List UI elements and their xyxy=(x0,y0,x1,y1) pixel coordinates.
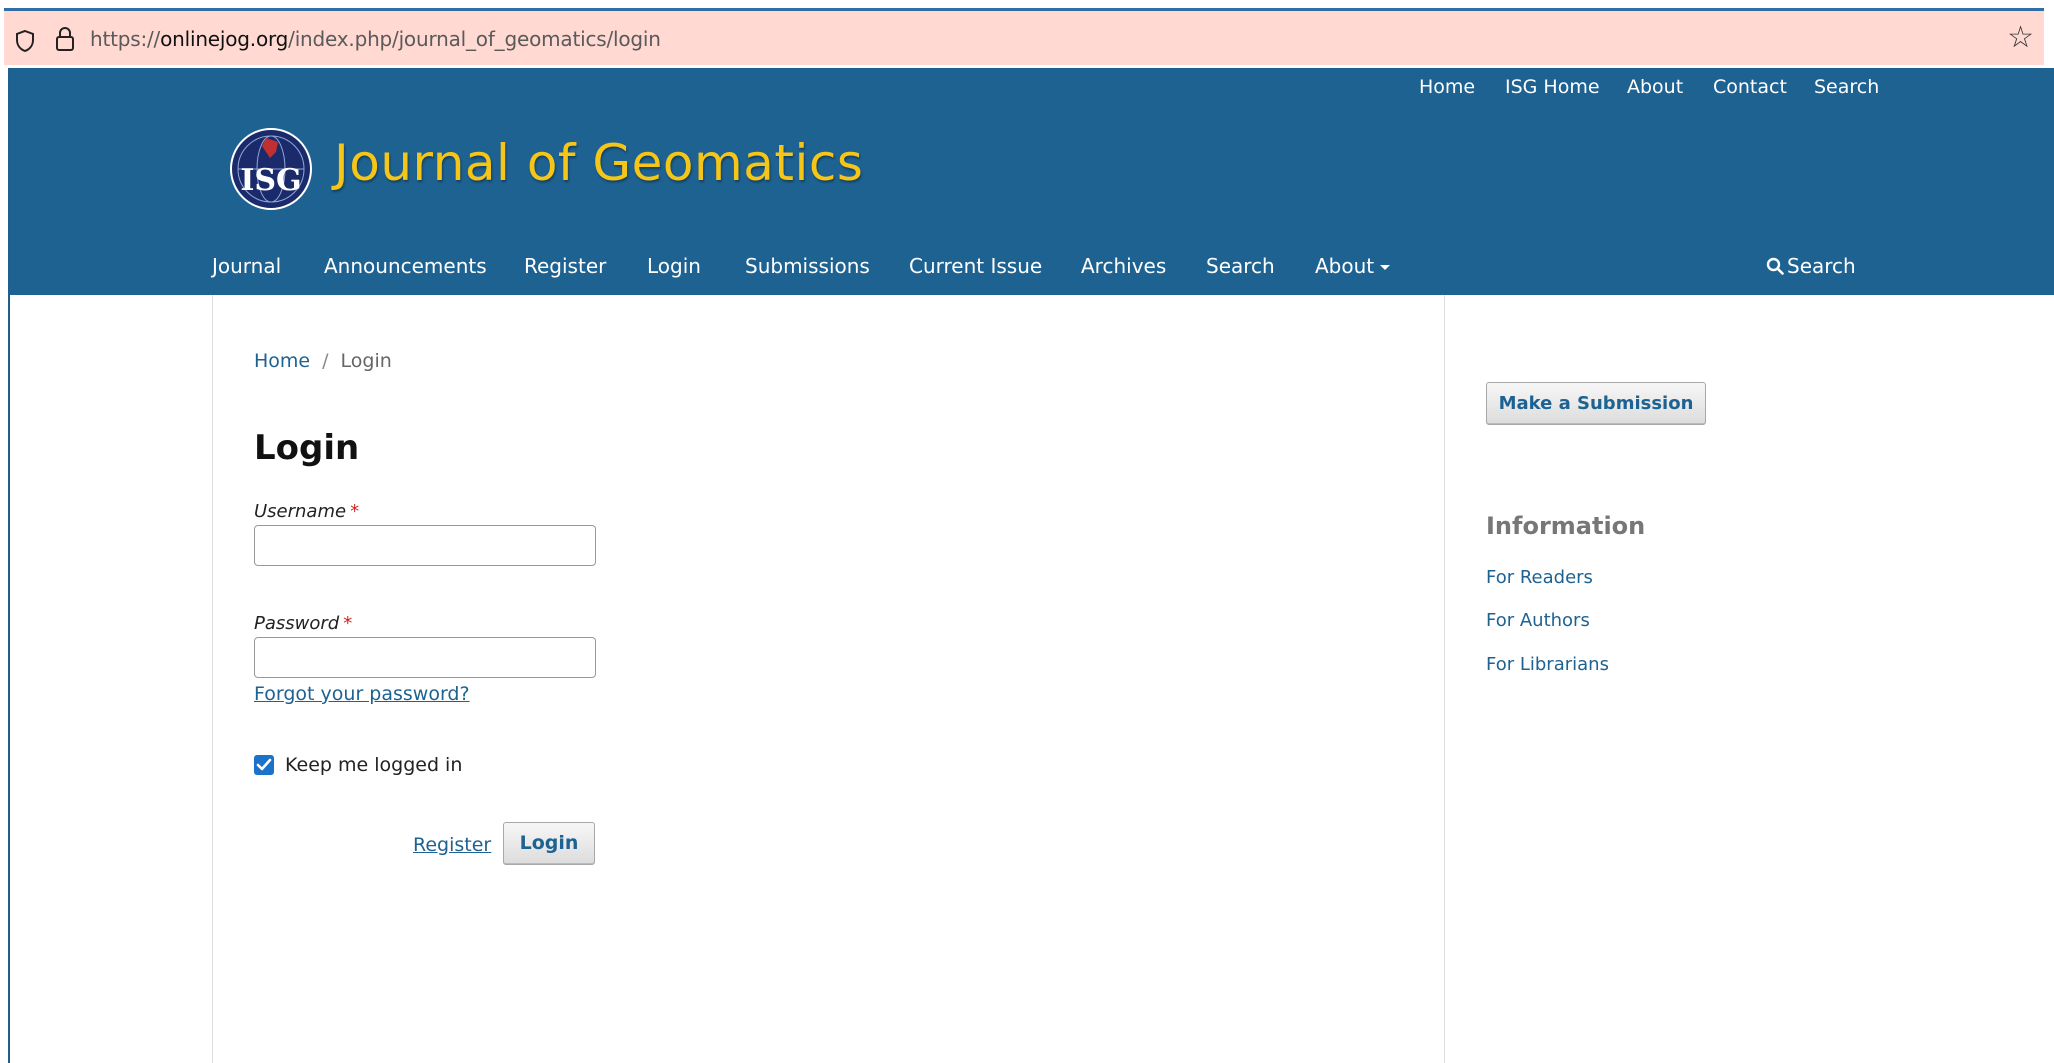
header-search-button[interactable]: Search xyxy=(1766,254,1856,278)
url-text: https://onlinejog.org/index.php/journal_… xyxy=(90,27,661,51)
nav-current-issue[interactable]: Current Issue xyxy=(909,254,1042,278)
register-link[interactable]: Register xyxy=(413,834,491,856)
breadcrumb-separator: / xyxy=(322,350,329,372)
login-button[interactable]: Login xyxy=(503,822,595,865)
for-readers-link[interactable]: For Readers xyxy=(1486,567,1593,588)
lock-icon[interactable] xyxy=(54,26,76,57)
required-mark: * xyxy=(350,501,360,522)
shield-icon[interactable] xyxy=(14,29,36,58)
sidebar-divider xyxy=(1444,295,1445,1063)
for-authors-link[interactable]: For Authors xyxy=(1486,610,1590,631)
topnav-home-link[interactable]: Home xyxy=(1419,76,1475,98)
username-label-text: Username xyxy=(254,501,347,522)
topnav-about-link[interactable]: About xyxy=(1627,76,1683,98)
breadcrumb-home-link[interactable]: Home xyxy=(254,350,310,372)
nav-submissions[interactable]: Submissions xyxy=(745,254,870,278)
breadcrumb: Home / Login xyxy=(254,350,392,372)
for-librarians-link[interactable]: For Librarians xyxy=(1486,654,1609,675)
keep-logged-in-label[interactable]: Keep me logged in xyxy=(285,754,462,776)
svg-text:ISG: ISG xyxy=(240,163,301,198)
nav-journal[interactable]: Journal xyxy=(212,254,281,278)
nav-search[interactable]: Search xyxy=(1206,254,1275,278)
isg-logo[interactable]: ISG xyxy=(228,128,314,210)
keep-logged-in-checkbox[interactable] xyxy=(254,755,274,775)
content-left-border xyxy=(212,295,213,1063)
password-label-text: Password xyxy=(254,613,340,634)
username-input[interactable] xyxy=(254,525,596,566)
password-label: Password * xyxy=(254,613,352,634)
nav-about-dropdown[interactable]: About xyxy=(1315,254,1391,278)
forgot-password-link[interactable]: Forgot your password? xyxy=(254,683,470,705)
username-label: Username * xyxy=(254,501,359,522)
breadcrumb-current: Login xyxy=(340,350,392,372)
caret-down-icon xyxy=(1380,265,1391,270)
header-search-label: Search xyxy=(1787,254,1856,278)
nav-register[interactable]: Register xyxy=(524,254,606,278)
search-icon xyxy=(1766,257,1784,275)
topnav-search-link[interactable]: Search xyxy=(1814,76,1879,98)
browser-address-bar: https://onlinejog.org/index.php/journal_… xyxy=(0,0,2054,68)
nav-archives[interactable]: Archives xyxy=(1081,254,1166,278)
nav-about-label: About xyxy=(1315,254,1375,278)
topnav-contact-link[interactable]: Contact xyxy=(1713,76,1787,98)
url-field[interactable]: https://onlinejog.org/index.php/journal_… xyxy=(4,8,2044,65)
topnav-isg-home-link[interactable]: ISG Home xyxy=(1505,76,1600,98)
password-input[interactable] xyxy=(254,637,596,678)
make-submission-button[interactable]: Make a Submission xyxy=(1486,382,1706,425)
bookmark-star-icon[interactable]: ☆ xyxy=(2007,23,2034,53)
required-mark: * xyxy=(343,613,353,634)
information-heading: Information xyxy=(1486,512,1646,540)
checkmark-icon xyxy=(256,758,272,771)
page-title: Login xyxy=(254,428,360,468)
nav-announcements[interactable]: Announcements xyxy=(324,254,487,278)
site-title[interactable]: Journal of Geomatics xyxy=(334,134,863,192)
nav-login[interactable]: Login xyxy=(647,254,701,278)
